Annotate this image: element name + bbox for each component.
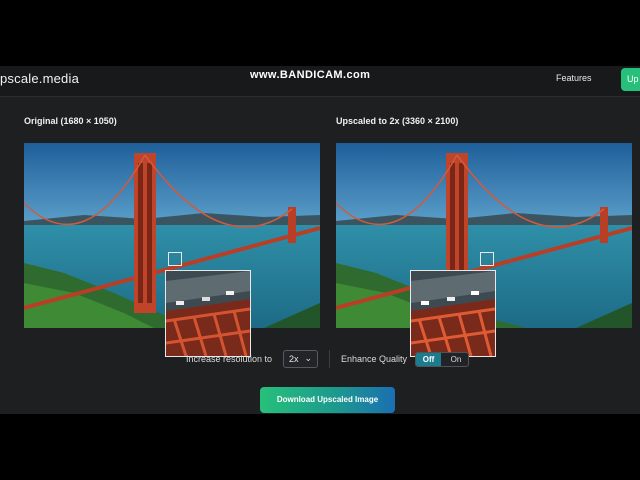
- video-letterbox-top: [0, 0, 640, 66]
- upscaled-zoom-marker: [480, 252, 494, 266]
- resolution-select[interactable]: 2x ⌄: [283, 350, 318, 368]
- original-zoom-loupe[interactable]: [165, 270, 251, 357]
- resolution-select-value: 2x: [289, 354, 299, 364]
- original-image-title: Original (1680 × 1050): [24, 116, 117, 126]
- nav-link-features[interactable]: Features: [556, 73, 592, 83]
- nav-upload-button[interactable]: Up: [621, 68, 640, 91]
- video-letterbox-bottom: [0, 414, 640, 480]
- zoomed-bridge-detail: [166, 271, 250, 356]
- download-upscaled-button[interactable]: Download Upscaled Image: [260, 387, 395, 413]
- enhance-quality-toggle[interactable]: Off On: [415, 352, 469, 367]
- chevron-down-icon: ⌄: [304, 353, 312, 363]
- top-navigation: pscale.media www.BANDICAM.com Features U…: [0, 66, 640, 97]
- zoomed-bridge-detail-upscaled: [411, 271, 495, 356]
- recording-watermark: www.BANDICAM.com: [250, 69, 371, 81]
- app-window: pscale.media www.BANDICAM.com Features U…: [0, 66, 640, 414]
- toggle-on-option[interactable]: On: [444, 353, 468, 366]
- upscaled-image-title: Upscaled to 2x (3360 × 2100): [336, 116, 459, 126]
- controls-divider: [329, 350, 330, 368]
- upscaled-zoom-loupe[interactable]: [410, 270, 496, 357]
- site-logo[interactable]: pscale.media: [0, 71, 79, 86]
- original-zoom-marker: [168, 252, 182, 266]
- toggle-off-option[interactable]: Off: [416, 353, 441, 366]
- resolution-label: Increase resolution to: [186, 354, 273, 364]
- enhance-quality-label: Enhance Quality: [341, 354, 408, 364]
